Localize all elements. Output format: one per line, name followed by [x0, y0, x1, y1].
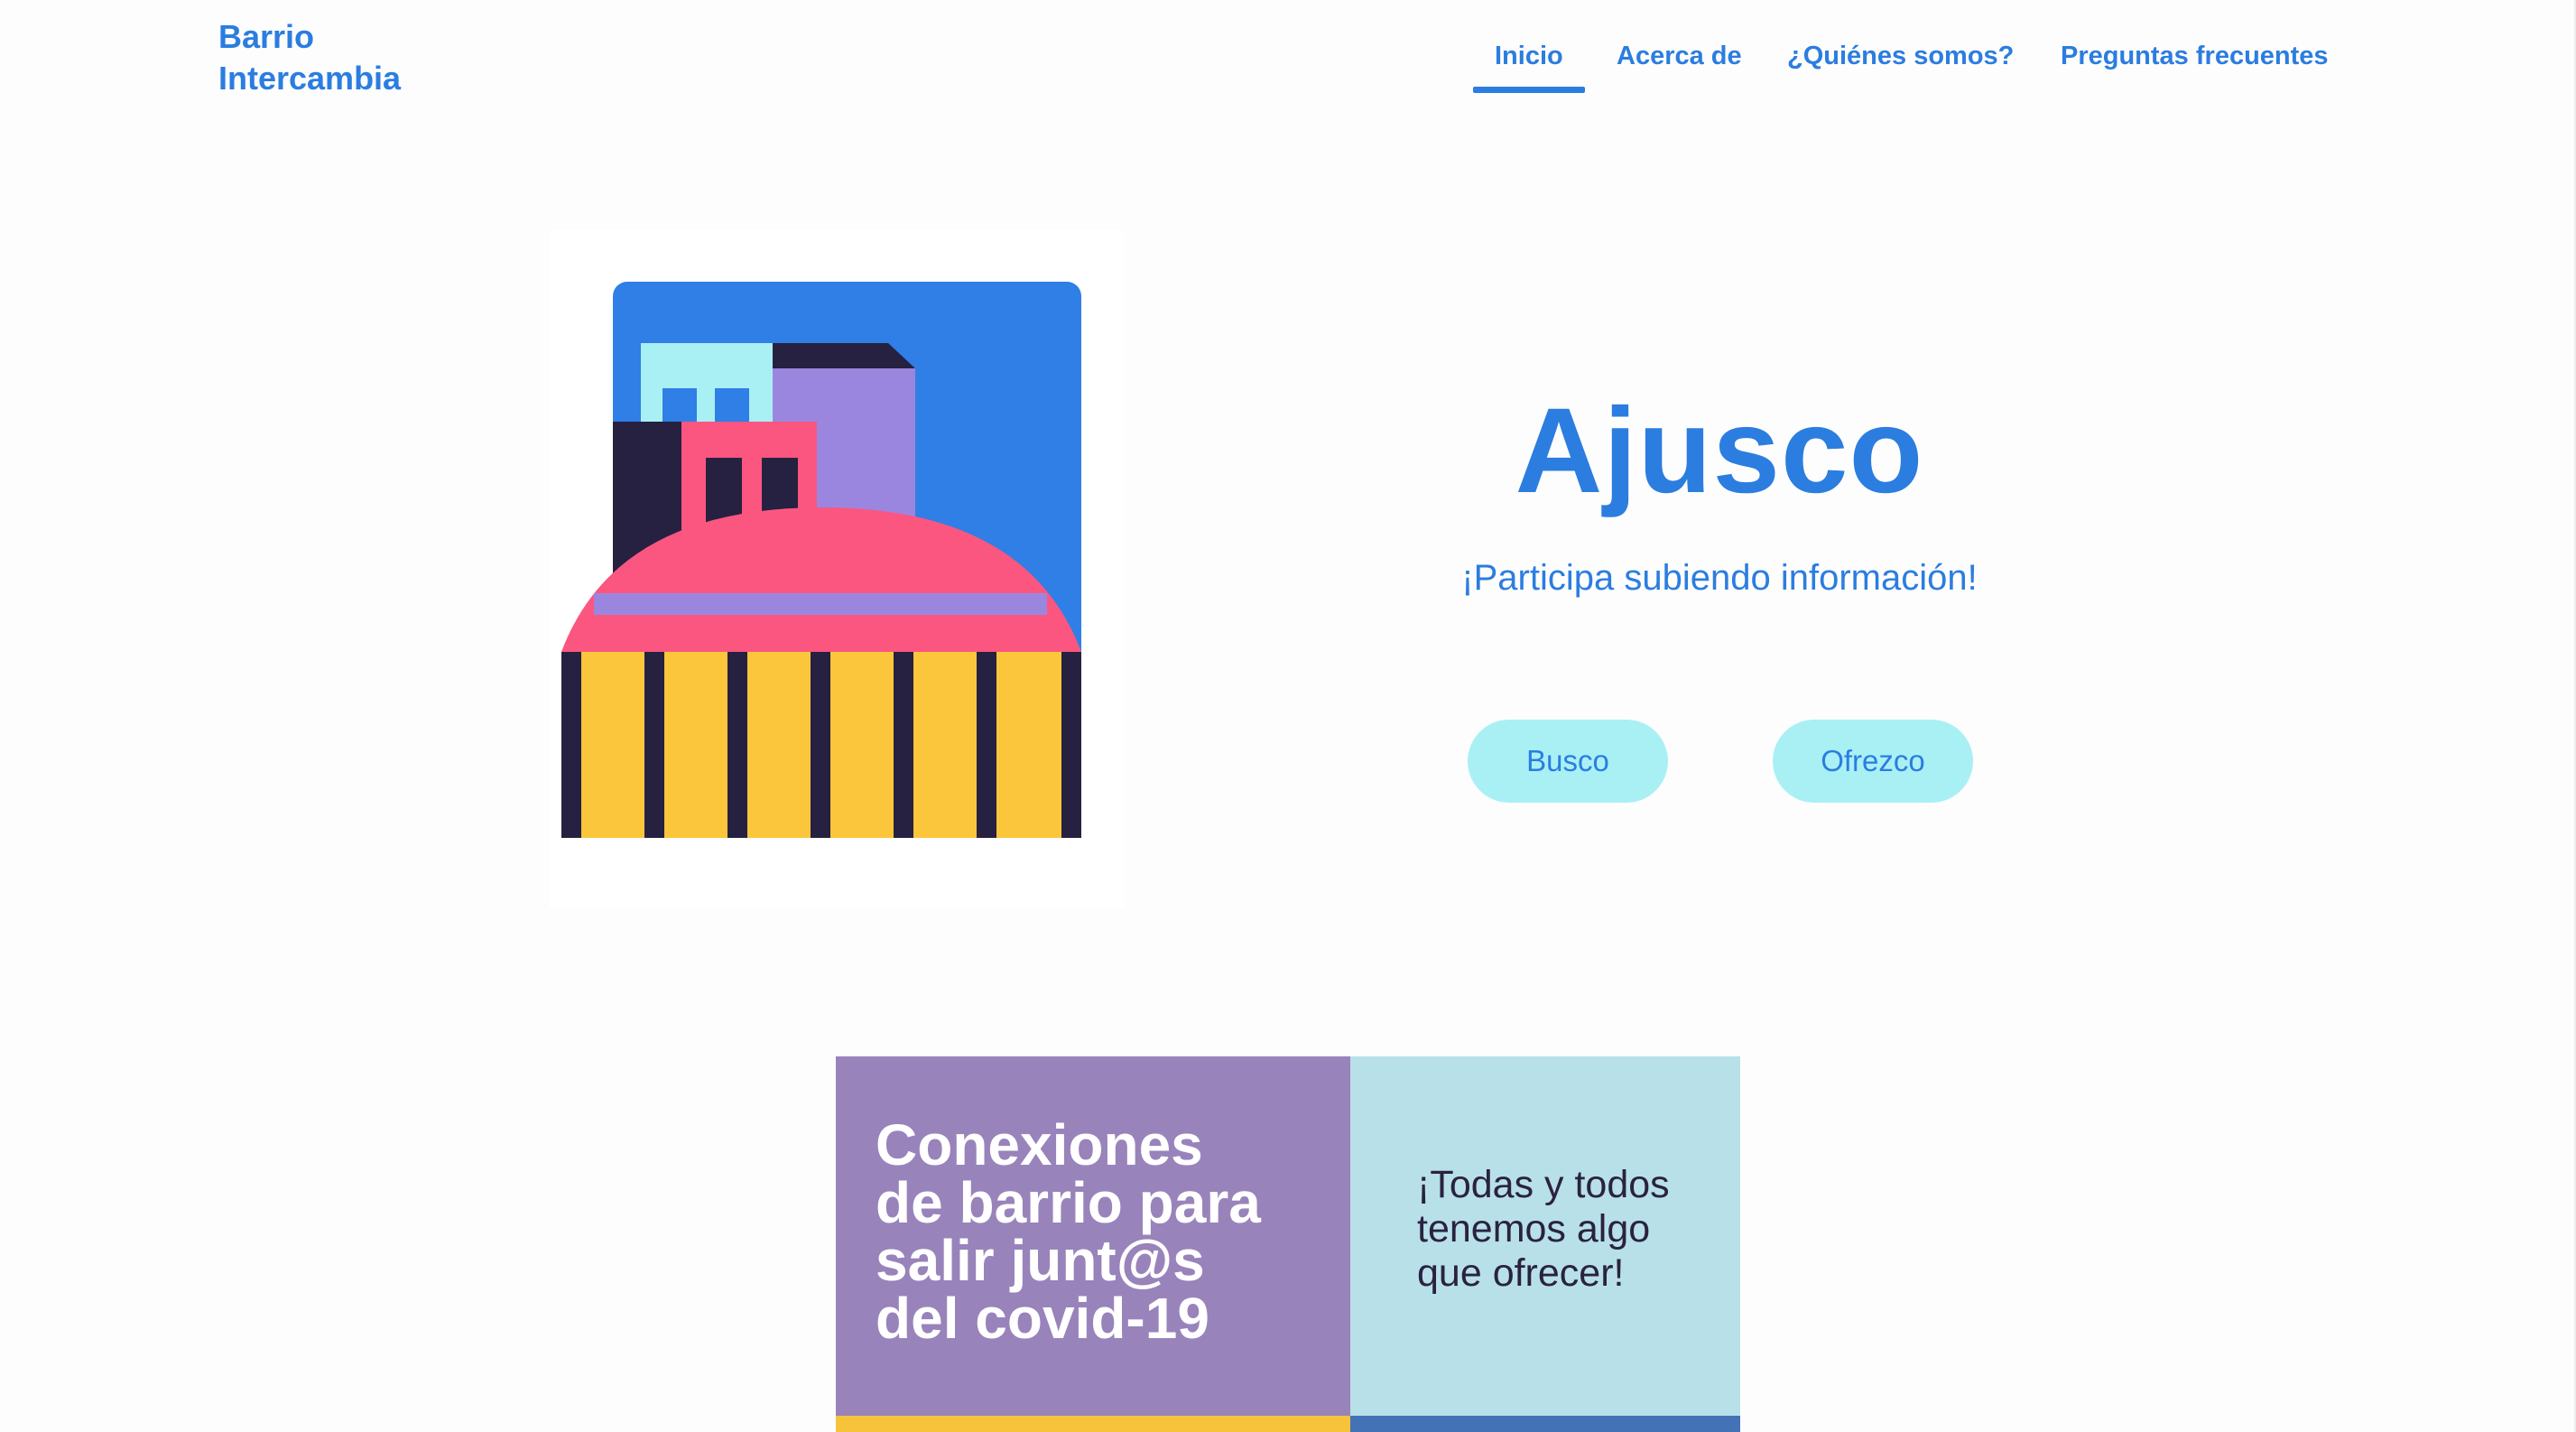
banner-strip-blue: [1350, 1416, 1740, 1432]
banner-tagline: ¡Todas y todos tenemos algo que ofrecer!: [1417, 1163, 1670, 1295]
nav-item-quienes-somos[interactable]: ¿Quiénes somos?: [1787, 42, 2014, 71]
main-nav: Inicio Acerca de ¿Quiénes somos? Pregunt…: [0, 23, 2576, 96]
busco-button[interactable]: Busco: [1468, 720, 1668, 803]
page: Barrio Intercambia Inicio Acerca de ¿Qui…: [0, 0, 2576, 1432]
nav-item-preguntas-frecuentes[interactable]: Preguntas frecuentes: [2061, 42, 2329, 71]
nav-item-inicio[interactable]: Inicio: [1473, 42, 1585, 93]
dome-stripe: [594, 593, 1047, 615]
campaign-banner: Conexiones de barrio para salir junt@s d…: [836, 1056, 1740, 1432]
nav-item-acerca-de[interactable]: Acerca de: [1617, 42, 1742, 71]
banner-strip-yellow: [836, 1416, 1350, 1432]
hero-subtitle: ¡Participa subiendo información!: [1461, 558, 1978, 598]
page-title: Ajusco: [1515, 384, 1924, 518]
ofrezco-button[interactable]: Ofrezco: [1773, 720, 1973, 803]
neighborhood-buildings-illustration: [561, 282, 1081, 838]
banner-headline: Conexiones de barrio para salir junt@s d…: [876, 1112, 1261, 1351]
